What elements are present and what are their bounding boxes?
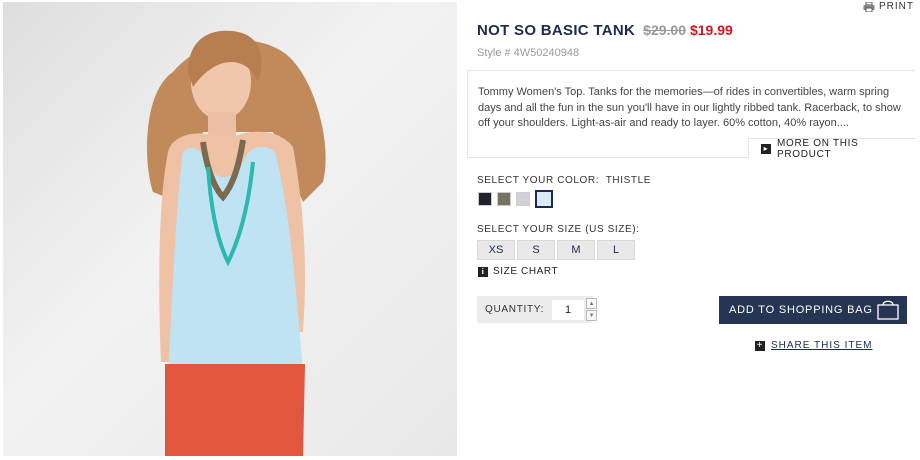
share-link[interactable]: + SHARE THIS ITEM <box>755 340 873 351</box>
quantity-box: QUANTITY: ▲ ▼ <box>477 296 598 323</box>
shopping-bag-icon <box>877 300 899 320</box>
more-link-label: MORE ON THIS PRODUCT <box>776 137 859 160</box>
selected-color: THISTLE <box>605 175 652 186</box>
quantity-label: QUANTITY: <box>485 304 545 315</box>
more-on-product-link[interactable]: ▸ MORE ON THIS PRODUCT <box>748 137 916 160</box>
quantity-stepper: ▲ ▼ <box>586 298 598 321</box>
info-icon: i <box>478 266 488 277</box>
swatch-thistle[interactable] <box>535 190 553 208</box>
add-to-bag-button[interactable]: ADD TO SHOPPING BAG <box>719 296 907 324</box>
color-label: SELECT YOUR COLOR: THISTLE <box>477 175 651 186</box>
title-row: NOT SO BASIC TANK $29.00 $19.99 <box>477 22 733 39</box>
quantity-input[interactable] <box>552 299 585 320</box>
sale-price: $19.99 <box>689 22 733 38</box>
share-label: SHARE THIS ITEM <box>771 340 873 351</box>
decrement-icon[interactable]: ▼ <box>586 310 598 321</box>
printer-icon <box>863 1 875 12</box>
size-options: XS S M L <box>477 240 635 260</box>
size-chart-label: SIZE CHART <box>493 266 559 277</box>
product-photo <box>3 2 457 456</box>
print-label: PRINT <box>879 1 914 12</box>
product-title: NOT SO BASIC TANK <box>477 22 636 39</box>
swatch-black[interactable] <box>478 192 492 206</box>
print-link[interactable]: PRINT <box>863 1 914 12</box>
original-price: $29.00 <box>643 22 686 38</box>
size-l-button[interactable]: L <box>597 240 635 260</box>
plus-icon: + <box>755 339 765 351</box>
add-to-bag-label: ADD TO SHOPPING BAG <box>729 304 873 316</box>
size-m-button[interactable]: M <box>557 240 595 260</box>
size-xs-button[interactable]: XS <box>477 240 515 260</box>
swatch-olive[interactable] <box>497 192 511 206</box>
size-s-button[interactable]: S <box>517 240 555 260</box>
color-swatches <box>478 190 553 208</box>
size-chart-link[interactable]: i SIZE CHART <box>478 266 558 277</box>
arrow-right-icon: ▸ <box>761 143 771 154</box>
increment-icon[interactable]: ▲ <box>586 298 598 309</box>
color-label-text: SELECT YOUR COLOR: <box>477 175 600 186</box>
product-description: Tommy Women's Top. Tanks for the memorie… <box>478 86 901 129</box>
swatch-lavender[interactable] <box>516 192 530 206</box>
style-number: Style # 4W50240948 <box>477 47 580 59</box>
size-label: SELECT YOUR SIZE (US SIZE): <box>477 224 640 235</box>
